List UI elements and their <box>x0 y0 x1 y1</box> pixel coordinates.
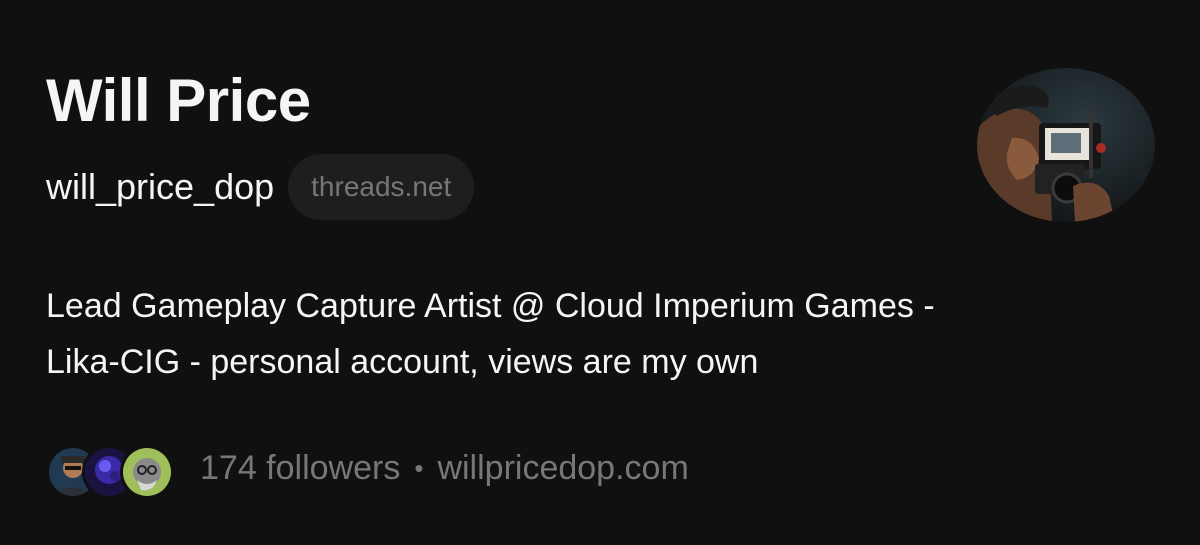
profile-photo-icon <box>977 68 1155 222</box>
follower-meta: 174 followers • willpricedop.com <box>200 449 689 488</box>
profile-avatar[interactable] <box>977 68 1155 222</box>
handle-row: will_price_dop threads.net <box>46 152 475 222</box>
follower-avatar-3-icon <box>120 445 174 499</box>
meta-separator: • <box>414 452 424 483</box>
bio-line-2: Lika-CIG - personal account, views are m… <box>46 343 759 381</box>
threads-domain-badge[interactable]: threads.net <box>288 154 475 220</box>
bio-line-1: Lead Gameplay Capture Artist @ Cloud Imp… <box>46 287 935 325</box>
followers-count-link[interactable]: 174 followers <box>200 449 400 488</box>
profile-header: Will Price will_price_dop threads.net Le… <box>0 0 1200 545</box>
bio: Lead Gameplay Capture Artist @ Cloud Imp… <box>46 278 1176 390</box>
display-name: Will Price <box>46 67 311 134</box>
follower-facepile[interactable] <box>46 441 176 499</box>
followers-row: 174 followers • willpricedop.com <box>46 438 689 499</box>
website-link[interactable]: willpricedop.com <box>437 449 688 488</box>
username: will_price_dop <box>46 166 275 207</box>
